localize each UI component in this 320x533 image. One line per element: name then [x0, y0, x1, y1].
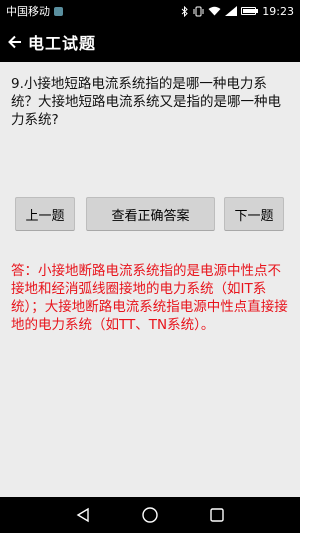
nav-back-icon[interactable]: [73, 505, 93, 525]
nav-home-icon[interactable]: [140, 505, 160, 525]
question-text: 9.小接地短路电流系统指的是哪一种电力系统？大接地短路电流系统又是指的是哪一种电…: [11, 76, 281, 128]
show-answer-button[interactable]: 查看正确答案: [86, 197, 215, 231]
status-left: 中国移动: [6, 3, 63, 19]
signal-icon: [225, 6, 238, 16]
wifi-icon: [208, 6, 221, 16]
nav-recent-icon[interactable]: [207, 505, 227, 525]
back-arrow-icon[interactable]: [2, 22, 28, 62]
vibrate-icon: [193, 6, 204, 17]
app-bar: 电工试题: [0, 22, 300, 62]
status-time: 19:23: [262, 4, 294, 18]
button-row: 上一题 查看正确答案 下一题: [0, 197, 300, 231]
bluetooth-icon: [181, 5, 189, 17]
status-right: 19:23: [181, 5, 294, 18]
question-panel: 9.小接地短路电流系统指的是哪一种电力系统？大接地短路电流系统又是指的是哪一种电…: [0, 62, 300, 497]
next-question-button[interactable]: 下一题: [224, 197, 284, 231]
prev-question-button[interactable]: 上一题: [15, 197, 75, 231]
system-nav-bar: [0, 497, 300, 533]
status-bar: 中国移动 19:23: [0, 0, 300, 22]
carrier-label: 中国移动: [6, 5, 50, 18]
battery-icon: [241, 7, 259, 15]
answer-text: 答：小接地断路电流系统指的是电源中性点不接地和经消弧线圈接地的电力系统（如IT系…: [11, 263, 288, 333]
sim-icon: [54, 6, 63, 16]
page-title: 电工试题: [28, 34, 97, 53]
